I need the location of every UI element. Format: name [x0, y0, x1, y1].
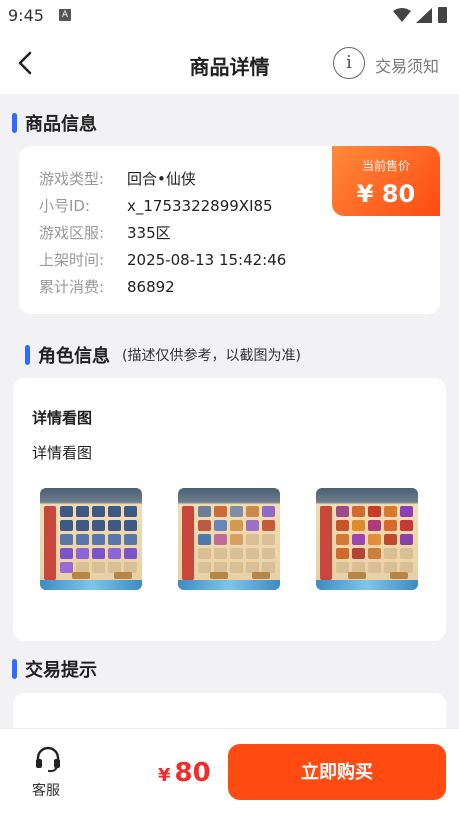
bottom-price: ¥80 [158, 758, 211, 788]
wifi-icon [393, 8, 411, 22]
buy-now-button[interactable]: 立即购买 [228, 744, 446, 800]
screenshot-thumbnail[interactable] [178, 488, 280, 590]
info-row-listed-time: 上架时间: 2025-08-13 15:42:46 [39, 249, 286, 270]
trade-tips-header: 交易提示 [12, 656, 97, 682]
info-key: 累计消费: [39, 278, 105, 296]
section-accent-bar [25, 345, 30, 365]
info-row-game-type: 游戏类型: 回合•仙侠 [39, 168, 196, 189]
current-price-tag: 当前售价 ¥ 80 [332, 146, 440, 216]
thumb-sidebar [182, 506, 194, 580]
screenshot-thumbnail[interactable] [316, 488, 418, 590]
info-value: 86892 [127, 278, 175, 296]
role-info-card: 详情看图 详情看图 [13, 378, 446, 641]
product-info-header: 商品信息 [12, 110, 97, 136]
section-title: 交易提示 [25, 660, 97, 681]
trade-notice-link[interactable]: 交易须知 [375, 53, 439, 77]
info-row-account-id: 小号ID: x_1753322899XI85 [39, 195, 273, 216]
product-info-card: 游戏类型: 回合•仙侠 小号ID: x_1753322899XI85 游戏区服: 33… [19, 146, 440, 314]
thumb-buttons [348, 572, 408, 579]
thumb-wave [178, 580, 280, 590]
section-title: 商品信息 [25, 114, 97, 135]
info-key: 小号ID: [39, 197, 91, 215]
section-accent-bar [12, 659, 17, 679]
info-value: 回合•仙侠 [127, 170, 196, 188]
notification-a-icon: A [59, 9, 71, 21]
price-tag-value: ¥ 80 [356, 180, 416, 208]
thumb-sidebar [44, 506, 56, 580]
info-row-total-spend: 累计消费: 86892 [39, 276, 175, 297]
info-value: 335区 [127, 224, 171, 242]
info-icon[interactable]: i [333, 47, 365, 79]
section-accent-bar [12, 113, 17, 133]
role-info-header: 角色信息 (描述仅供参考，以截图为准) [25, 342, 301, 368]
info-key: 游戏类型: [39, 170, 105, 188]
thumb-wave [40, 580, 142, 590]
thumb-item-grid [60, 506, 137, 573]
thumb-sidebar [320, 506, 332, 580]
role-card-heading: 详情看图 [32, 409, 93, 427]
signal-icon [416, 8, 432, 23]
price-value: 80 [174, 758, 211, 788]
info-value: 2025-08-13 15:42:46 [127, 251, 287, 269]
thumb-item-grid [198, 506, 275, 573]
thumb-buttons [72, 572, 132, 579]
battery-icon [438, 7, 447, 23]
info-value: x_1753322899XI85 [127, 197, 273, 215]
status-bar: 9:45 A [0, 0, 459, 32]
info-row-server: 游戏区服: 335区 [39, 222, 171, 243]
info-key: 上架时间: [39, 251, 105, 269]
status-time: 9:45 [8, 6, 44, 25]
screenshot-thumbnail[interactable] [40, 488, 142, 590]
navigation-bar: 商品详情 i 交易须知 [0, 32, 459, 94]
thumb-buttons [210, 572, 270, 579]
section-subtitle: (描述仅供参考，以截图为准) [122, 348, 301, 364]
thumb-item-grid [336, 506, 413, 573]
section-title: 角色信息 [38, 346, 110, 367]
info-key: 游戏区服: [39, 224, 105, 242]
role-card-subheading: 详情看图 [32, 444, 93, 462]
price-tag-title: 当前售价 [361, 159, 410, 173]
customer-service-label[interactable]: 客服 [32, 780, 60, 800]
thumb-wave [316, 580, 418, 590]
price-symbol: ¥ [158, 765, 171, 786]
headset-icon[interactable] [33, 745, 63, 773]
bottom-action-bar: 客服 ¥80 立即购买 [0, 728, 459, 816]
